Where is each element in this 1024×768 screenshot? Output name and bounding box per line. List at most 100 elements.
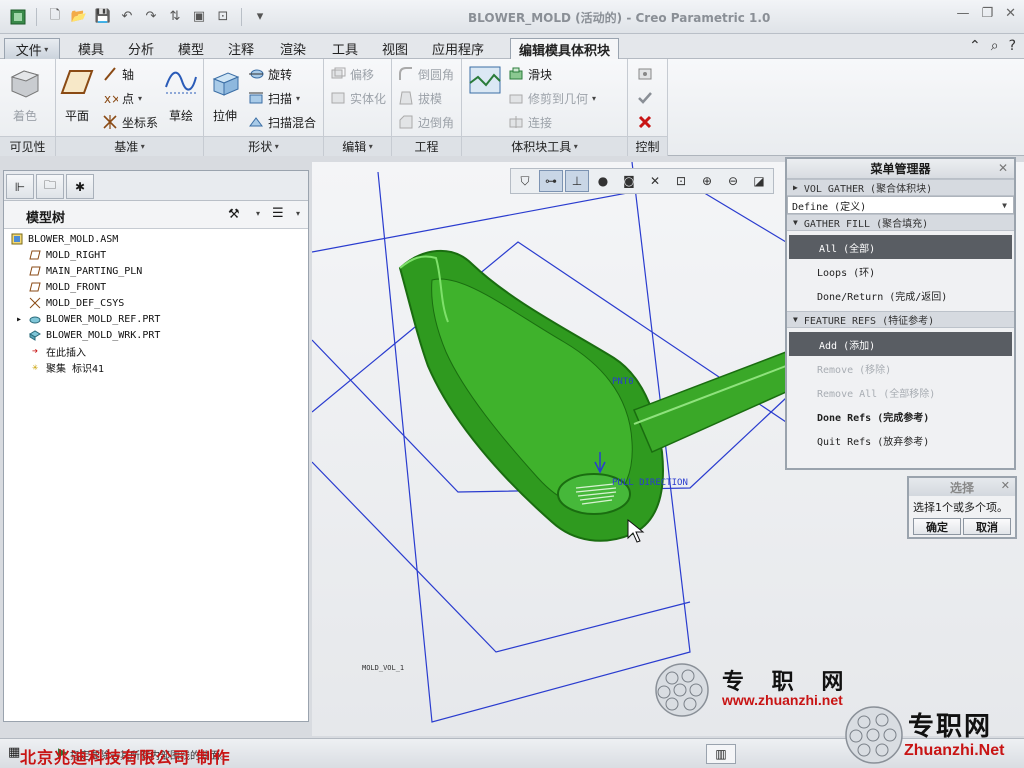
sketch-button[interactable]: 草绘 bbox=[164, 65, 198, 124]
menu-item-all[interactable]: All (全部) bbox=[789, 235, 1012, 259]
tab-render[interactable]: 渲染 bbox=[272, 38, 314, 59]
axis-button[interactable]: 轴 bbox=[102, 63, 134, 85]
tab-file[interactable]: 文件 ▾ bbox=[4, 38, 60, 59]
tree-item-workpiece-part[interactable]: BLOWER_MOLD_WRK.PRT bbox=[4, 327, 308, 343]
search-icon[interactable]: ⌕ bbox=[991, 38, 999, 54]
preview-button[interactable] bbox=[637, 63, 653, 85]
tree-item-assembly[interactable]: BLOWER_MOLD.ASM bbox=[4, 231, 308, 247]
save-icon[interactable]: 💾 bbox=[93, 7, 113, 27]
plane-button[interactable]: 平面 bbox=[60, 65, 94, 124]
solidify-button[interactable]: 实体化 bbox=[330, 87, 386, 109]
close-icon[interactable]: ✕ bbox=[1001, 479, 1010, 492]
shade-button[interactable]: 着色 bbox=[8, 65, 42, 124]
accept-button[interactable] bbox=[637, 87, 653, 109]
revolve-button[interactable]: 旋转 bbox=[248, 63, 292, 85]
draft-button[interactable]: 拔模 bbox=[398, 87, 442, 109]
menu-item-remove[interactable]: Remove (移除) bbox=[787, 356, 1014, 380]
windows-icon[interactable]: ▣ bbox=[189, 7, 209, 27]
tab-annotate[interactable]: 注释 bbox=[220, 38, 262, 59]
menu-item-add[interactable]: Add (添加) bbox=[789, 332, 1012, 356]
new-file-icon[interactable]: 🗋 bbox=[45, 7, 65, 27]
customize-toolbar-icon[interactable]: ▾ bbox=[250, 7, 270, 27]
chamfer-button[interactable]: 边倒角 bbox=[398, 111, 454, 133]
tree-item-gather[interactable]: ✳ 聚集 标识41 bbox=[4, 359, 308, 375]
menu-item-remove-all[interactable]: Remove All (全部移除) bbox=[787, 380, 1014, 404]
tree-item-mold-front[interactable]: MOLD_FRONT bbox=[4, 279, 308, 295]
zoom-out-icon[interactable]: ⊖ bbox=[721, 170, 745, 192]
navigator-toggle-icon[interactable]: ▦ bbox=[8, 745, 20, 760]
group-label-datum[interactable]: 基准 ▾ bbox=[56, 136, 203, 156]
tree-columns-icon[interactable]: ☰ bbox=[272, 206, 284, 221]
close-icon[interactable]: ✕ bbox=[1005, 6, 1016, 21]
volume-tool-button[interactable] bbox=[468, 63, 502, 105]
round-button[interactable]: 倒圆角 bbox=[398, 63, 454, 85]
menu-item-done-return[interactable]: Done/Return (完成/返回) bbox=[787, 283, 1014, 307]
define-dropdown[interactable]: Define (定义) ▼ bbox=[787, 196, 1014, 214]
tree-item-ref-part[interactable]: ▸ BLOWER_MOLD_REF.PRT bbox=[4, 311, 308, 327]
folder-browser-tab-icon[interactable]: 🗀 bbox=[36, 174, 64, 199]
chevron-down-icon[interactable]: ▾ bbox=[256, 209, 260, 218]
regenerate-icon[interactable]: ⇅ bbox=[165, 7, 185, 27]
cancel-button[interactable]: 取消 bbox=[963, 518, 1011, 535]
group-label-editing[interactable]: 编辑 ▾ bbox=[324, 136, 391, 156]
datum-display-icon[interactable]: ⊶ bbox=[539, 170, 563, 192]
open-file-icon[interactable]: 📂 bbox=[69, 7, 89, 27]
named-views-icon[interactable]: ⛉ bbox=[513, 170, 537, 192]
mold-part-body[interactable] bbox=[398, 250, 787, 542]
gather-fill-section[interactable]: ▼ GATHER FILL (聚合填充) bbox=[787, 214, 1014, 231]
csys-display-icon[interactable]: ✕ bbox=[643, 170, 667, 192]
tree-item-mold-def-csys[interactable]: MOLD_DEF_CSYS bbox=[4, 295, 308, 311]
tab-view[interactable]: 视图 bbox=[374, 38, 416, 59]
undo-icon[interactable]: ↶ bbox=[117, 7, 137, 27]
tab-mold[interactable]: 模具 bbox=[70, 38, 112, 59]
minimize-icon[interactable]: — bbox=[956, 6, 969, 21]
tree-item-mold-right[interactable]: MOLD_RIGHT bbox=[4, 247, 308, 263]
chevron-down-icon[interactable]: ▾ bbox=[138, 94, 142, 103]
restore-icon[interactable]: ❐ bbox=[981, 6, 993, 21]
filter-icon[interactable]: ▥ bbox=[706, 744, 736, 764]
tree-item-main-parting-pln[interactable]: MAIN_PARTING_PLN bbox=[4, 263, 308, 279]
menu-item-loops[interactable]: Loops (环) bbox=[787, 259, 1014, 283]
close-icon[interactable]: ✕ bbox=[998, 161, 1008, 175]
ok-button[interactable]: 确定 bbox=[913, 518, 961, 535]
tab-edit-mold-volume[interactable]: 编辑模具体积块 bbox=[510, 38, 620, 59]
repaint-icon[interactable]: ◪ bbox=[747, 170, 771, 192]
axis-display-icon[interactable]: ⊥ bbox=[565, 170, 589, 192]
connect-button[interactable]: 连接 bbox=[508, 111, 552, 133]
expand-arrow-icon[interactable]: ▸ bbox=[14, 313, 24, 325]
group-label-volume-tools[interactable]: 体积块工具 ▾ bbox=[462, 136, 627, 156]
cancel-feature-button[interactable] bbox=[637, 111, 653, 133]
zoom-in-icon[interactable]: ⊕ bbox=[695, 170, 719, 192]
collapse-ribbon-icon[interactable]: ⌃ bbox=[969, 38, 981, 54]
tab-analysis[interactable]: 分析 bbox=[120, 38, 162, 59]
slider-button[interactable]: 滑块 bbox=[508, 63, 552, 85]
extrude-button[interactable]: 拉伸 bbox=[208, 65, 242, 124]
csys-button[interactable]: 坐标系 bbox=[102, 111, 158, 133]
tree-item-insert-here[interactable]: ➔ 在此插入 bbox=[4, 343, 308, 359]
menu-item-quit-refs[interactable]: Quit Refs (放弃参考) bbox=[787, 428, 1014, 452]
help-icon[interactable]: ? bbox=[1009, 38, 1016, 54]
group-label-shapes[interactable]: 形状 ▾ bbox=[204, 136, 323, 156]
model-tree-tab-icon[interactable]: ⊩ bbox=[6, 174, 34, 199]
point-button[interactable]: x× 点 ▾ bbox=[102, 87, 142, 109]
offset-button[interactable]: 偏移 bbox=[330, 63, 374, 85]
sweep-button[interactable]: 扫描 ▾ bbox=[248, 87, 300, 109]
chevron-down-icon[interactable]: ▾ bbox=[296, 209, 300, 218]
tree-settings-icon[interactable]: ⚒ bbox=[228, 207, 240, 222]
tab-model[interactable]: 模型 bbox=[170, 38, 212, 59]
camera-icon[interactable]: ◙ bbox=[617, 170, 641, 192]
chevron-down-icon[interactable]: ▾ bbox=[296, 94, 300, 103]
close-window-icon[interactable]: ⊡ bbox=[213, 7, 233, 27]
redo-icon[interactable]: ↷ bbox=[141, 7, 161, 27]
menu-item-done-refs[interactable]: Done Refs (完成参考) bbox=[787, 404, 1014, 428]
refit-icon[interactable]: ⊡ bbox=[669, 170, 693, 192]
app-icon[interactable] bbox=[8, 7, 28, 27]
feature-refs-section[interactable]: ▼ FEATURE REFS (特征参考) bbox=[787, 311, 1014, 328]
tab-tools[interactable]: 工具 bbox=[324, 38, 366, 59]
tab-applications[interactable]: 应用程序 bbox=[424, 38, 492, 59]
point-display-icon[interactable]: ● bbox=[591, 170, 615, 192]
trim-to-geometry-button[interactable]: 修剪到几何 ▾ bbox=[508, 87, 596, 109]
favorites-tab-icon[interactable]: ✱ bbox=[66, 174, 94, 199]
swept-blend-button[interactable]: 扫描混合 bbox=[248, 111, 316, 133]
chevron-down-icon[interactable]: ▾ bbox=[592, 94, 596, 103]
